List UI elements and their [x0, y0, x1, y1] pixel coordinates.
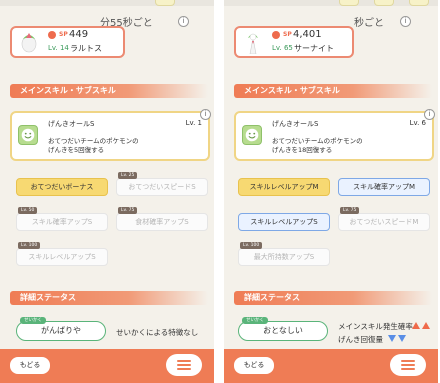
subskill-button[interactable]: スキルレベルアップM: [238, 178, 330, 196]
main-skill-card[interactable]: i げんきオールS Lv. 1 おてつだいチームのポケモンの げんきを5回復する: [10, 109, 211, 161]
pokemon-card[interactable]: SP 4,401 Lv. 65 サーナイト: [234, 26, 354, 58]
back-button[interactable]: もどる: [10, 357, 50, 374]
subskill-button[interactable]: スキル確率アップS: [16, 213, 108, 231]
menu-icon: [401, 364, 415, 366]
info-icon[interactable]: i: [400, 16, 411, 27]
screen-divider: [214, 0, 224, 383]
unlock-level-tag: Lv. 100: [240, 242, 263, 249]
nature-pill[interactable]: がんばりや: [16, 321, 106, 341]
sp-icon: [272, 31, 280, 39]
nature-tag: せいかく: [20, 317, 46, 324]
desc-line: おてつだいチームのポケモンの: [48, 137, 139, 145]
top-badge: [374, 0, 394, 6]
main-skill-level: Lv. 6: [409, 119, 426, 127]
main-skill-level: Lv. 1: [185, 119, 202, 127]
menu-button[interactable]: [166, 354, 202, 376]
section-title-details: 詳細ステータス: [10, 291, 208, 305]
unlock-level-tag: Lv. 75: [340, 207, 360, 214]
left-screen: 分55秒ごと i SP 449 Lv. 14 ラルトス メインスキル・サブスキル…: [0, 0, 214, 383]
sp-label: SP: [59, 31, 68, 38]
smile-skill-icon: [242, 125, 262, 145]
top-badge-strip: [224, 0, 438, 6]
help-timer-text: 秒ごと: [354, 18, 384, 29]
menu-icon: [401, 360, 415, 362]
nature-pill[interactable]: おとなしい: [238, 321, 328, 341]
menu-icon: [177, 368, 191, 370]
section-title-details: 詳細ステータス: [234, 291, 432, 305]
smile-skill-icon: [18, 125, 38, 145]
nature-tag: せいかく: [242, 317, 268, 324]
menu-icon: [177, 360, 191, 362]
sp-value: 4,401: [293, 29, 322, 40]
unlock-level-tag: Lv. 50: [18, 207, 38, 214]
subskill-button[interactable]: 食材確率アップS: [116, 213, 208, 231]
section-title-skills: メインスキル・サブスキル: [234, 84, 432, 98]
nature-effect-text: せいかくによる特徴なし: [116, 328, 199, 337]
subskill-button[interactable]: 最大所持数アップS: [238, 248, 330, 266]
main-skill-card[interactable]: i げんきオールS Lv. 6 おてつだいチームのポケモンの げんきを18回復す…: [234, 109, 435, 161]
bottom-bar: もどる: [0, 349, 214, 383]
ralts-sprite-icon: [21, 33, 37, 53]
menu-button[interactable]: [390, 354, 426, 376]
pokemon-card[interactable]: SP 449 Lv. 14 ラルトス: [10, 26, 125, 58]
top-badge: [155, 0, 175, 6]
up-arrows-icon: [412, 322, 430, 329]
subskill-button[interactable]: おてつだいスピードS: [116, 178, 208, 196]
main-skill-name: げんきオールS: [272, 120, 319, 128]
subskill-button[interactable]: スキル確率アップM: [338, 178, 430, 196]
right-screen: 秒ごと i SP 4,401 Lv. 65 サーナイト メインスキル・サブスキル…: [224, 0, 438, 383]
nature-up-text: メインスキル発生確率: [338, 322, 413, 331]
subskill-button[interactable]: おてつだいスピードM: [338, 213, 430, 231]
unlock-level-tag: Lv. 100: [18, 242, 41, 249]
desc-line: おてつだいチームのポケモンの: [272, 137, 363, 145]
desc-line: げんきを18回復する: [272, 146, 333, 154]
pokemon-level: Lv. 65: [272, 44, 293, 52]
subskill-button[interactable]: スキルレベルアップS: [238, 213, 330, 231]
subskill-button[interactable]: おてつだいボーナス: [16, 178, 108, 196]
sp-label: SP: [283, 31, 292, 38]
pokemon-name: サーナイト: [294, 44, 334, 53]
menu-icon: [177, 364, 191, 366]
info-icon[interactable]: i: [178, 16, 189, 27]
main-skill-name: げんきオールS: [48, 120, 95, 128]
pokemon-level: Lv. 14: [48, 44, 69, 52]
nature-down-text: げんき回復量: [338, 335, 383, 344]
main-skill-description: おてつだいチームのポケモンの げんきを5回復する: [48, 137, 198, 155]
unlock-level-tag: Lv. 25: [118, 172, 138, 179]
top-badge-strip: [0, 0, 214, 6]
section-title-skills: メインスキル・サブスキル: [10, 84, 208, 98]
bottom-bar: もどる: [224, 349, 438, 383]
pokemon-name: ラルトス: [70, 44, 102, 53]
gardevoir-sprite-icon: [248, 33, 258, 54]
unlock-level-tag: Lv. 75: [118, 207, 138, 214]
back-button[interactable]: もどる: [234, 357, 274, 374]
top-badge: [339, 0, 359, 6]
subskill-button[interactable]: スキルレベルアップS: [16, 248, 108, 266]
top-badge: [409, 0, 429, 6]
desc-line: げんきを5回復する: [48, 146, 105, 154]
sp-icon: [48, 31, 56, 39]
menu-icon: [401, 368, 415, 370]
down-arrows-icon: [388, 335, 406, 342]
main-skill-description: おてつだいチームのポケモンの げんきを18回復する: [272, 137, 422, 155]
sp-value: 449: [69, 29, 89, 40]
